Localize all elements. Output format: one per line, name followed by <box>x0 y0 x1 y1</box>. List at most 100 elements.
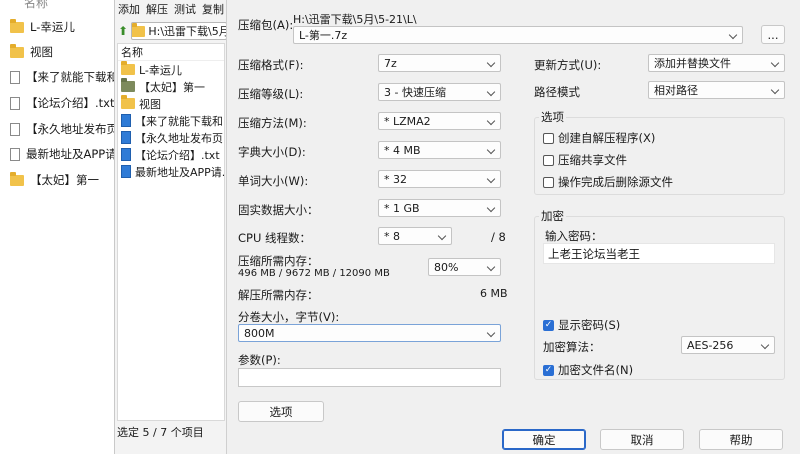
decompress-memory-label: 解压所需内存： <box>238 288 319 302</box>
path-mode-select[interactable]: 相对路径 <box>648 81 785 99</box>
word-size-select[interactable]: * 32 <box>378 170 501 188</box>
list-item[interactable]: 视图 <box>118 95 224 112</box>
document-icon <box>10 70 20 84</box>
document-icon <box>10 96 20 110</box>
add-to-archive-dialog: 压缩包(A): H:\迅雷下载\5月\5-21\L\ L-第一.7z ... 压… <box>226 0 800 454</box>
document-icon <box>121 165 131 178</box>
parameters-label: 参数(P): <box>238 353 281 367</box>
list-item[interactable]: L-幸运儿 <box>118 61 224 78</box>
dictionary-select[interactable]: * 4 MB <box>378 141 501 159</box>
method-label: 压缩方法(M): <box>238 116 307 130</box>
show-password-checkbox[interactable]: ✓ 显示密码(S) <box>543 317 620 333</box>
list-item[interactable]: 【论坛介绍】.txt <box>10 92 114 114</box>
list-item[interactable]: 最新地址及APP请及 <box>10 143 128 165</box>
item-label: 【永久地址发布页... <box>135 131 225 145</box>
folder-icon <box>10 18 24 33</box>
ok-button[interactable]: 确定 <box>502 429 586 450</box>
file-explorer-pane: 名称 L-幸运儿 视图 【来了就能下载和观 【论坛介绍】.txt 【永久地址发布… <box>0 0 130 454</box>
item-label: 视图 <box>30 45 53 59</box>
column-header-name[interactable]: 名称 <box>24 0 48 11</box>
list-item[interactable]: 【来了就能下载和观 <box>10 66 130 88</box>
list-item[interactable]: 【太妃】第一 <box>10 169 99 191</box>
compress-shared-label: 压缩共享文件 <box>558 153 627 167</box>
compress-shared-checkbox[interactable]: 压缩共享文件 <box>543 152 627 168</box>
item-label: 最新地址及APP请及 <box>26 147 129 161</box>
memory-percent-select[interactable]: 80% <box>428 258 501 276</box>
encryption-group-title: 加密 <box>539 208 566 224</box>
solid-size-select[interactable]: * 1 GB <box>378 199 501 217</box>
item-label: 【来了就能下载和... <box>135 114 225 128</box>
address-field[interactable]: H:\迅雷下载\5月 <box>131 22 227 40</box>
item-label: 【论坛介绍】.txt <box>26 96 115 110</box>
compress-memory-label: 压缩所需内存： <box>238 254 319 268</box>
list-item[interactable]: L-幸运儿 <box>10 16 75 38</box>
format-select[interactable]: 7z <box>378 54 501 72</box>
path-mode-label: 路径模式 <box>534 85 580 99</box>
item-label: L-幸运儿 <box>30 20 75 34</box>
list-item[interactable]: 【太妃】第一 <box>118 78 224 95</box>
delete-after-checkbox[interactable]: 操作完成后删除源文件 <box>543 174 673 190</box>
show-password-label: 显示密码(S) <box>558 318 621 332</box>
item-label: 【论坛介绍】.txt <box>135 148 220 162</box>
menu-bar: 添加 解压 测试 复制 移 <box>115 0 227 18</box>
options-group-title: 选项 <box>539 109 566 125</box>
folder-icon <box>121 78 135 92</box>
parameters-input[interactable] <box>238 368 501 387</box>
split-size-combobox[interactable]: 800M <box>238 324 501 342</box>
checkbox-box <box>543 132 554 144</box>
delete-after-label: 操作完成后删除源文件 <box>558 175 673 189</box>
encryption-method-select[interactable]: AES-256 <box>681 336 775 354</box>
document-icon <box>121 114 131 127</box>
menu-extract[interactable]: 解压 <box>146 1 168 17</box>
folder-icon <box>10 43 24 58</box>
create-sfx-label: 创建自解压程序(X) <box>558 131 656 145</box>
options-button[interactable]: 选项 <box>238 401 324 422</box>
level-label: 压缩等级(L): <box>238 87 304 101</box>
word-size-label: 单词大小(W): <box>238 174 309 188</box>
list-item[interactable]: 最新地址及APP请... <box>118 163 224 180</box>
item-label: 最新地址及APP请... <box>135 165 225 179</box>
dictionary-label: 字典大小(D): <box>238 145 306 159</box>
password-label: 输入密码： <box>545 229 603 243</box>
up-arrow-icon[interactable]: ⬆ <box>118 24 128 38</box>
level-select[interactable]: 3 - 快速压缩 <box>378 83 501 101</box>
list-item[interactable]: 【永久地址发布页 <box>10 118 118 140</box>
item-label: L-幸运儿 <box>139 63 182 77</box>
list-item[interactable]: 【永久地址发布页... <box>118 129 224 146</box>
list-item[interactable]: 【论坛介绍】.txt <box>118 146 224 163</box>
folder-icon <box>121 95 135 109</box>
password-input[interactable]: 上老王论坛当老王 <box>543 243 775 264</box>
document-icon <box>10 147 20 161</box>
file-list: 名称 L-幸运儿 【太妃】第一 视图 【来了就能下载和... 【永久地址发布页.… <box>117 43 225 421</box>
address-bar: ⬆ H:\迅雷下载\5月 <box>115 21 227 41</box>
check-icon: ✓ <box>543 319 554 331</box>
document-icon <box>10 122 20 136</box>
archive-manager-window: 添加 解压 测试 复制 移 ⬆ H:\迅雷下载\5月 名称 L-幸运儿 【太妃】… <box>114 0 227 454</box>
column-header-name[interactable]: 名称 <box>118 44 224 61</box>
archive-label: 压缩包(A): <box>238 18 294 32</box>
threads-total: / 8 <box>491 230 506 244</box>
method-select[interactable]: * LZMA2 <box>378 112 501 130</box>
encryption-method-label: 加密算法： <box>543 340 601 354</box>
threads-select[interactable]: * 8 <box>378 227 452 245</box>
menu-copy[interactable]: 复制 <box>202 1 224 17</box>
update-mode-select[interactable]: 添加并替换文件 <box>648 54 785 72</box>
encrypt-filenames-checkbox[interactable]: ✓ 加密文件名(N) <box>543 362 633 378</box>
list-item[interactable]: 【来了就能下载和... <box>118 112 224 129</box>
threads-label: CPU 线程数： <box>238 231 312 245</box>
item-label: 【永久地址发布页 <box>26 122 118 136</box>
folder-icon <box>121 61 135 75</box>
archive-path: H:\迅雷下载\5月\5-21\L\ <box>293 13 417 26</box>
menu-add[interactable]: 添加 <box>118 1 140 17</box>
archive-name-combobox[interactable]: L-第一.7z <box>293 26 743 44</box>
list-item[interactable]: 视图 <box>10 41 53 63</box>
browse-button[interactable]: ... <box>761 25 785 44</box>
address-path: H:\迅雷下载\5月 <box>148 25 227 38</box>
cancel-button[interactable]: 取消 <box>600 429 684 450</box>
create-sfx-checkbox[interactable]: 创建自解压程序(X) <box>543 130 655 146</box>
document-icon <box>121 131 131 144</box>
help-button[interactable]: 帮助 <box>699 429 783 450</box>
checkbox-box <box>543 154 554 166</box>
folder-icon <box>10 171 24 186</box>
menu-test[interactable]: 测试 <box>174 1 196 17</box>
